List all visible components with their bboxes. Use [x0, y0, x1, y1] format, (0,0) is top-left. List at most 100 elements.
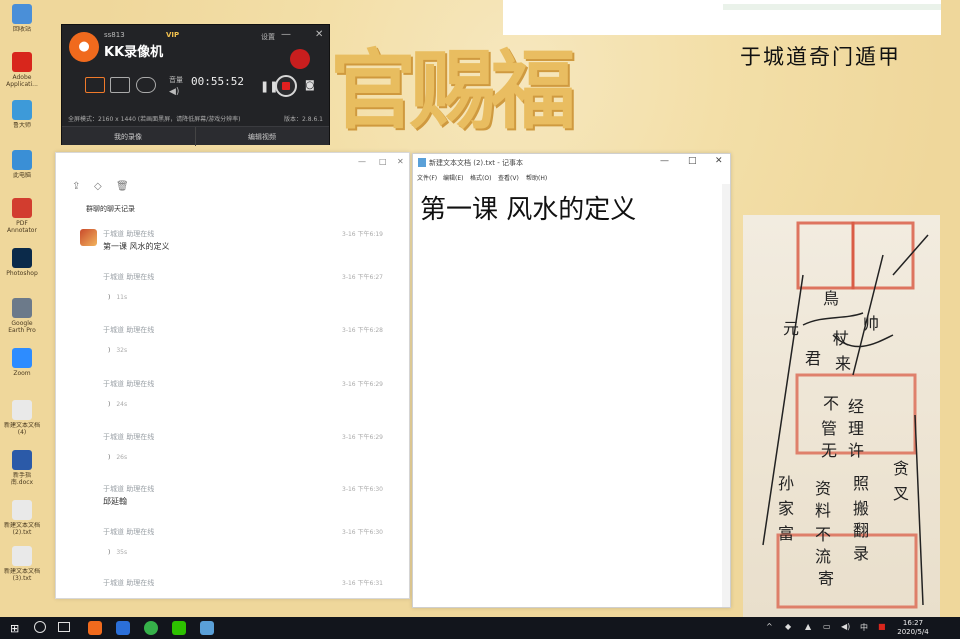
- desktop-icon[interactable]: 此电脑: [4, 150, 40, 186]
- version-label: 版本：2.8.6.1: [284, 116, 323, 123]
- tray-volume-icon[interactable]: ◀): [841, 622, 850, 631]
- message-time: 3-16 下午6:29: [342, 381, 383, 388]
- text-file-icon: [12, 400, 32, 420]
- menu-help[interactable]: 帮助(H): [526, 173, 547, 182]
- game-mode-icon[interactable]: [136, 77, 156, 93]
- tray-network-icon[interactable]: ▲: [805, 622, 811, 631]
- maximize-icon[interactable]: □: [688, 156, 697, 166]
- share-icon[interactable]: ⇪: [72, 181, 80, 192]
- voice-duration: 24s: [116, 401, 128, 408]
- desktop-icon[interactable]: 新建文本文档(2).txt: [4, 500, 40, 536]
- notepad-icon: [418, 158, 426, 167]
- voice-message[interactable]: ) 24s: [108, 401, 127, 408]
- search-icon[interactable]: [34, 621, 46, 633]
- tray-sound-icon[interactable]: ◆: [785, 622, 791, 631]
- voice-icon: ): [108, 454, 111, 461]
- handwritten-character: 元: [783, 319, 800, 338]
- voice-message[interactable]: ) 11s: [108, 294, 127, 301]
- desktop-icon-label: Zoom: [13, 370, 31, 377]
- message-sender: 于城道 助理在线: [103, 528, 155, 536]
- voice-message[interactable]: ) 35s: [108, 549, 127, 556]
- kk-recorder-window: ● ss813 VIP KK录像机 设置 — ✕ 音量 ◀) 00:55:52 …: [61, 24, 330, 146]
- desktop-icon[interactable]: 回收站: [4, 4, 40, 40]
- pdf-annotator-icon: [12, 198, 32, 218]
- desktop-icon[interactable]: 鲁大师: [4, 100, 40, 136]
- desktop-icon[interactable]: 新手指南.docx: [4, 450, 40, 486]
- handwritten-character: 家: [778, 499, 795, 518]
- voice-duration: 32s: [116, 347, 128, 354]
- taskbar-clock[interactable]: 16:27 2020/5/4: [896, 619, 930, 637]
- tray-battery-icon[interactable]: ▭: [823, 622, 831, 631]
- message-time: 3-16 下午6:31: [342, 580, 383, 587]
- desktop-icon[interactable]: Google Earth Pro: [4, 298, 40, 334]
- voice-icon: ): [108, 401, 111, 408]
- kk-settings-button[interactable]: 设置: [261, 32, 275, 42]
- handwritten-character: 叉: [893, 484, 910, 503]
- edit-video-button[interactable]: 编辑视频: [248, 132, 276, 142]
- windows-start-icon[interactable]: ⊞: [10, 622, 19, 635]
- notepad-text[interactable]: 第一课 风水的定义: [420, 189, 636, 226]
- voice-message[interactable]: ) 26s: [108, 454, 127, 461]
- menu-format[interactable]: 格式(O): [470, 173, 491, 182]
- my-recordings-button[interactable]: 我的录像: [114, 132, 142, 142]
- menu-view[interactable]: 查看(V): [498, 173, 519, 182]
- input-method-indicator[interactable]: 中: [860, 622, 868, 633]
- message-time: 3-16 下午6:29: [342, 434, 383, 441]
- tag-icon[interactable]: ◇: [94, 181, 102, 192]
- notepad-title: 新建文本文档 (2).txt - 记事本: [429, 159, 523, 167]
- talisman-drawing: [762, 221, 929, 609]
- close-icon[interactable]: ✕: [397, 157, 404, 166]
- kk-taskbar-icon[interactable]: [88, 621, 102, 635]
- handwritten-character: 君: [805, 349, 822, 368]
- adobe-icon: [12, 52, 32, 72]
- kk-username[interactable]: ss813: [104, 31, 125, 39]
- notepad-taskbar-icon[interactable]: [200, 621, 214, 635]
- desktop-icon[interactable]: 新建文本文档(3).txt: [4, 546, 40, 582]
- message-time: 3-16 下午6:28: [342, 327, 383, 334]
- voice-message[interactable]: ) 32s: [108, 347, 127, 354]
- message-time: 3-16 下午6:27: [342, 274, 383, 281]
- close-icon[interactable]: ✕: [715, 156, 723, 166]
- desktop-icon[interactable]: Photoshop: [4, 248, 40, 284]
- fullscreen-mode-icon[interactable]: [85, 77, 105, 93]
- avatar[interactable]: [80, 229, 97, 246]
- desktop-icon[interactable]: 新建文本文档 (4): [4, 400, 40, 436]
- tray-app-icon[interactable]: ■: [878, 622, 886, 631]
- message-sender: 于城道 助理在线: [103, 485, 155, 493]
- desktop-icon[interactable]: Adobe Applicati...: [4, 52, 40, 88]
- trash-icon[interactable]: 🗑: [116, 181, 129, 192]
- browser-taskbar-icon[interactable]: [144, 621, 158, 635]
- menu-edit[interactable]: 编辑(E): [443, 173, 463, 182]
- handwritten-character: 搬: [853, 499, 870, 518]
- maximize-icon[interactable]: □: [379, 157, 387, 166]
- handwritten-character: 许: [848, 441, 865, 460]
- menu-file[interactable]: 文件(F): [417, 173, 437, 182]
- notepad-scrollbar[interactable]: [722, 184, 730, 607]
- minimize-icon[interactable]: —: [358, 157, 366, 166]
- desktop-icon[interactable]: Zoom: [4, 348, 40, 384]
- window-mode-icon[interactable]: [110, 77, 130, 93]
- message-sender: 于城道 助理在线: [103, 433, 155, 441]
- recycle-bin-icon: [12, 4, 32, 24]
- voice-duration: 11s: [116, 294, 128, 301]
- desktop-icon[interactable]: PDF Annotator: [4, 198, 40, 234]
- handwritten-character: 杖: [833, 329, 850, 348]
- feishu-taskbar-icon[interactable]: [116, 621, 130, 635]
- stop-button[interactable]: [275, 75, 297, 97]
- close-icon[interactable]: ✕: [315, 29, 323, 40]
- minimize-icon[interactable]: —: [660, 156, 669, 166]
- word-doc-icon: [12, 450, 32, 470]
- wechat-taskbar-icon[interactable]: [172, 621, 186, 635]
- handwritten-character: 经: [848, 397, 865, 416]
- clock-time: 16:27: [902, 619, 924, 627]
- handwritten-character: 不: [815, 525, 832, 544]
- minimize-icon[interactable]: —: [281, 29, 291, 40]
- message-sender: 于城道 助理在线: [103, 230, 155, 238]
- desktop-icon-column: 回收站 Adobe Applicati... 鲁大师此电脑 PDF Annotator…: [0, 0, 46, 610]
- task-view-icon[interactable]: [58, 622, 70, 632]
- desktop-icon-label: 鲁大师: [12, 122, 31, 129]
- kk-vip-badge: VIP: [166, 31, 180, 39]
- speaker-icon[interactable]: ◀): [169, 87, 179, 97]
- camera-icon[interactable]: ◙: [305, 80, 315, 91]
- tray-up-arrow-icon[interactable]: ^: [766, 622, 773, 631]
